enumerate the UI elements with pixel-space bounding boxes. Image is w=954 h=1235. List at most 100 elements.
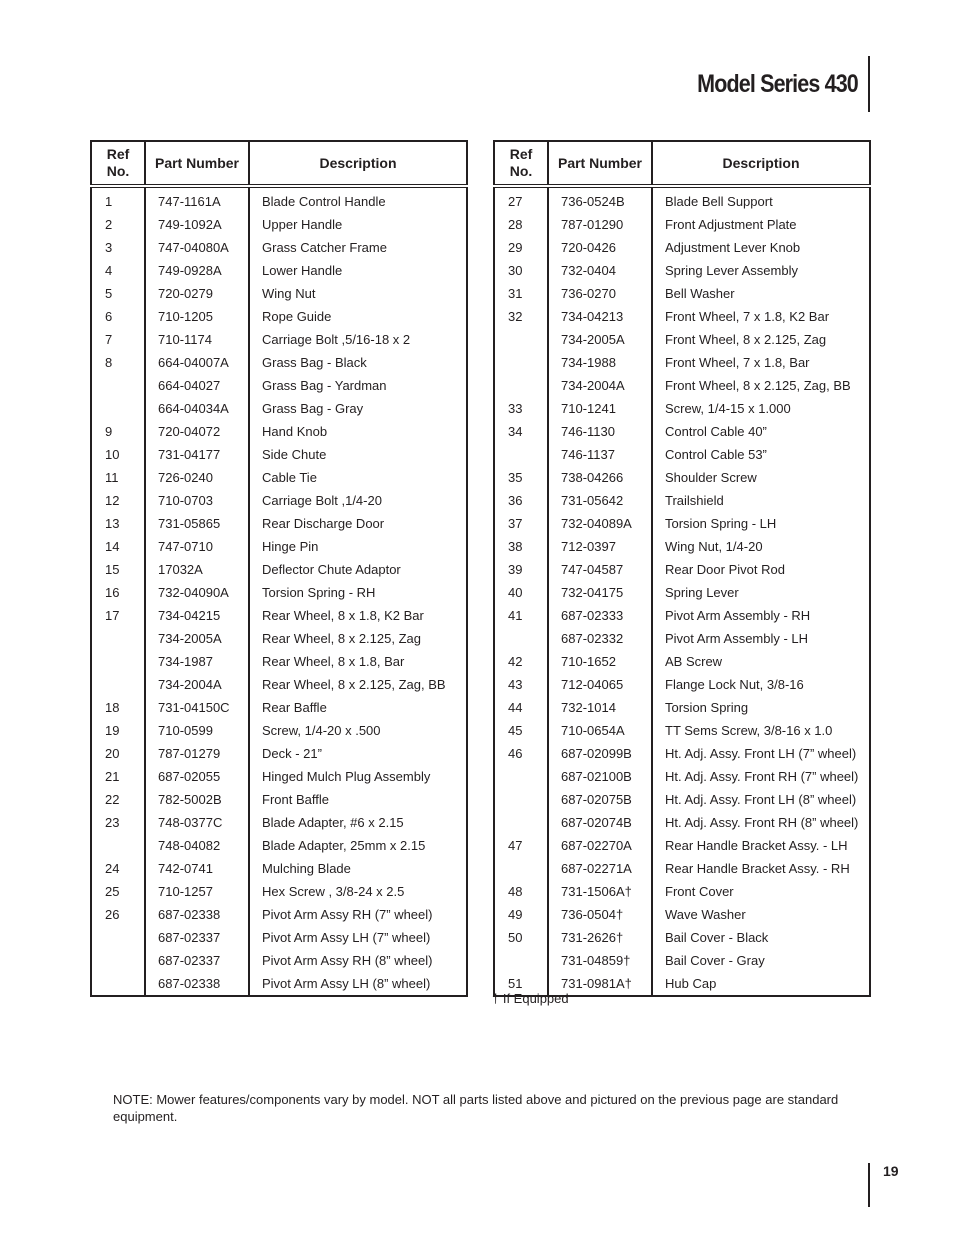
part-number-cell: 687-02338: [144, 972, 249, 996]
description-cell: Screw, 1/4-15 x 1.000: [651, 397, 870, 420]
table-row: 19 710-0599 Screw, 1/4-20 x .500: [91, 719, 467, 742]
ref-no-cell: 30: [508, 263, 523, 278]
description-cell: Ht. Adj. Assy. Front RH (7” wheel): [651, 765, 870, 788]
table-row: 22 782-5002B Front Baffle: [91, 788, 467, 811]
ref-no-cell: 3: [105, 240, 113, 255]
part-number-cell: 731-2626†: [547, 926, 652, 949]
description-cell: Bail Cover - Black: [651, 926, 870, 949]
part-number-cell: 734-04213: [547, 305, 652, 328]
part-number-cell: 749-1092A: [144, 213, 249, 236]
part-number-cell: 749-0928A: [144, 259, 249, 282]
table-row: 734-1987 Rear Wheel, 8 x 1.8, Bar: [91, 650, 467, 673]
table-row: 34 746-1130 Control Cable 40”: [494, 420, 870, 443]
table-row: 46 687-02099B Ht. Adj. Assy. Front LH (7” …: [494, 742, 870, 765]
ref-header-label: Ref No.: [106, 146, 130, 179]
description-cell: Torsion Spring - LH: [651, 512, 870, 535]
table-row: 734-2004A Front Wheel, 8 x 2.125, Zag, BB: [494, 374, 870, 397]
part-number-cell: 710-1205: [144, 305, 249, 328]
part-number-cell: 720-0279: [144, 282, 249, 305]
table-row: 687-02271A Rear Handle Bracket Assy. - RH: [494, 857, 870, 880]
description-cell: TT Sems Screw, 3/8-16 x 1.0: [651, 719, 870, 742]
ref-no-cell: 28: [508, 217, 523, 232]
table-row: 748-04082 Blade Adapter, 25mm x 2.15: [91, 834, 467, 857]
table-header-row: Ref No. Part Number Description: [494, 141, 870, 186]
description-cell: Upper Handle: [248, 213, 467, 236]
description-cell: Front Wheel, 8 x 2.125, Zag, BB: [651, 374, 870, 397]
part-number-cell: 731-05642: [547, 489, 652, 512]
description-cell: Hinged Mulch Plug Assembly: [248, 765, 467, 788]
table-row: 40 732-04175 Spring Lever: [494, 581, 870, 604]
ref-no-cell: [494, 857, 548, 880]
part-number-cell: 710-0703: [144, 489, 249, 512]
description-cell: Front Baffle: [248, 788, 467, 811]
description-cell: Ht. Adj. Assy. Front LH (8” wheel): [651, 788, 870, 811]
column-header-ref: Ref No.: [91, 141, 145, 186]
part-number-cell: 710-1174: [144, 328, 249, 351]
part-number-cell: 747-04587: [547, 558, 652, 581]
table-row: 3 747-04080A Grass Catcher Frame: [91, 236, 467, 259]
part-number-cell: 687-02055: [144, 765, 249, 788]
table-row: 7 710-1174 Carriage Bolt ,5/16-18 x 2: [91, 328, 467, 351]
table-row: 18 731-04150C Rear Baffle: [91, 696, 467, 719]
description-cell: Rope Guide: [248, 305, 467, 328]
table-row: 13 731-05865 Rear Discharge Door: [91, 512, 467, 535]
table-row: 687-02338 Pivot Arm Assy LH (8” wheel): [91, 972, 467, 996]
table-row: 16 732-04090A Torsion Spring - RH: [91, 581, 467, 604]
part-number-cell: 664-04027: [144, 374, 249, 397]
table-row: 734-2005A Rear Wheel, 8 x 2.125, Zag: [91, 627, 467, 650]
ref-no-cell: 38: [508, 539, 523, 554]
part-number-cell: 732-04089A: [547, 512, 652, 535]
part-number-cell: 734-2005A: [547, 328, 652, 351]
description-cell: Rear Door Pivot Rod: [651, 558, 870, 581]
description-cell: Carriage Bolt ,5/16-18 x 2: [248, 328, 467, 351]
ref-no-cell: 29: [508, 240, 523, 255]
table-row: 746-1137 Control Cable 53”: [494, 443, 870, 466]
table-row: 687-02075B Ht. Adj. Assy. Front LH (8” wh…: [494, 788, 870, 811]
part-number-cell: 712-04065: [547, 673, 652, 696]
note-text: NOTE: Mower features/components vary by …: [113, 1092, 839, 1124]
part-number-cell: 732-04090A: [144, 581, 249, 604]
description-cell: Ht. Adj. Assy. Front RH (8” wheel): [651, 811, 870, 834]
ref-no-cell: [91, 650, 145, 673]
ref-no-cell: 2: [105, 217, 113, 232]
description-cell: Trailshield: [651, 489, 870, 512]
ref-header-label: Ref No.: [509, 146, 533, 179]
ref-no-cell: 24: [105, 861, 120, 876]
table-row: 734-2004A Rear Wheel, 8 x 2.125, Zag, BB: [91, 673, 467, 696]
page-number: 19: [883, 1163, 899, 1179]
table-row: 23 748-0377C Blade Adapter, #6 x 2.15: [91, 811, 467, 834]
ref-no-cell: [91, 926, 145, 949]
ref-no-cell: 1: [105, 194, 113, 209]
table-row: 42 710-1652 AB Screw: [494, 650, 870, 673]
table-row: 731-04859† Bail Cover - Gray: [494, 949, 870, 972]
ref-no-cell: [494, 374, 548, 397]
part-number-cell: 731-04859†: [547, 949, 652, 972]
ref-no-cell: 44: [508, 700, 523, 715]
part-number-cell: 732-04175: [547, 581, 652, 604]
table-row: 32 734-04213 Front Wheel, 7 x 1.8, K2 Bar: [494, 305, 870, 328]
ref-no-cell: 19: [105, 723, 120, 738]
ref-no-cell: 40: [508, 585, 523, 600]
part-number-cell: 748-0377C: [144, 811, 249, 834]
table-row: 30 732-0404 Spring Lever Assembly: [494, 259, 870, 282]
table-row: 43 712-04065 Flange Lock Nut, 3/8-16: [494, 673, 870, 696]
ref-no-cell: [91, 834, 145, 857]
description-cell: Rear Wheel, 8 x 2.125, Zag, BB: [248, 673, 467, 696]
part-number-cell: 734-1988: [547, 351, 652, 374]
ref-no-cell: 43: [508, 677, 523, 692]
parts-table-right-body: 27 736-0524B Blade Bell Support 28 787-01290…: [494, 186, 870, 996]
ref-no-cell: [91, 374, 145, 397]
part-number-cell: 736-0270: [547, 282, 652, 305]
ref-no-cell: 32: [508, 309, 523, 324]
parts-table-left: Ref No. Part Number Description 1 747-116…: [90, 140, 468, 997]
ref-no-cell: 4: [105, 263, 113, 278]
description-cell: Wing Nut: [248, 282, 467, 305]
part-number-cell: 687-02099B: [547, 742, 652, 765]
parts-table-right: Ref No. Part Number Description 27 736-05…: [493, 140, 871, 997]
description-cell: Hand Knob: [248, 420, 467, 443]
ref-no-cell: [494, 788, 548, 811]
table-row: 4 749-0928A Lower Handle: [91, 259, 467, 282]
description-cell: Lower Handle: [248, 259, 467, 282]
table-row: 2 749-1092A Upper Handle: [91, 213, 467, 236]
part-number-cell: 720-04072: [144, 420, 249, 443]
